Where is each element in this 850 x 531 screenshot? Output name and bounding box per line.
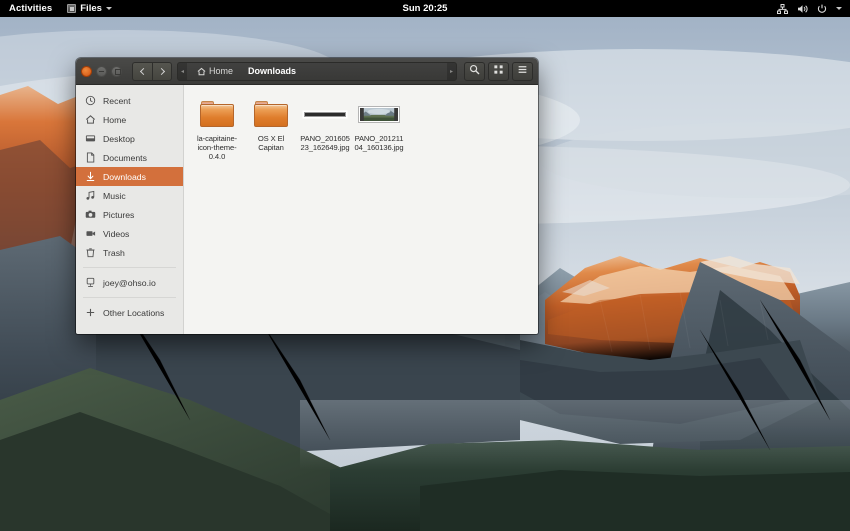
- video-icon: [85, 228, 96, 239]
- gnome-top-bar: Activities Files Sun 20:25: [0, 0, 850, 17]
- trash-icon: [85, 247, 96, 258]
- sidebar-item-recent[interactable]: Recent: [76, 91, 183, 110]
- folder-icon: [192, 96, 242, 132]
- sidebar-label: joey@ohso.io: [103, 278, 156, 288]
- power-icon[interactable]: [817, 4, 827, 14]
- home-icon: [85, 114, 96, 125]
- file-item[interactable]: PANO_20121104_160136.jpg: [352, 94, 406, 163]
- home-icon: [197, 67, 206, 76]
- sidebar-divider: [83, 267, 176, 268]
- minimize-button[interactable]: [96, 66, 107, 77]
- chevron-down-icon: [106, 7, 112, 10]
- app-menu-label: Files: [80, 3, 102, 14]
- search-icon: [469, 62, 480, 80]
- computer-icon: [85, 277, 96, 288]
- close-button[interactable]: [81, 66, 92, 77]
- grid-icon: [493, 62, 504, 80]
- sidebar-item-desktop[interactable]: Desktop: [76, 129, 183, 148]
- app-menu-files[interactable]: Files: [61, 3, 118, 14]
- sidebar-item-pictures[interactable]: Pictures: [76, 205, 183, 224]
- navigation-buttons: [132, 62, 172, 81]
- sidebar-label: Recent: [103, 96, 131, 106]
- places-sidebar: Recent Home Desktop: [76, 85, 184, 334]
- sidebar-item-other-locations[interactable]: Other Locations: [76, 303, 183, 322]
- image-thumbnail: [300, 96, 350, 132]
- header-buttons: [464, 62, 533, 81]
- breadcrumb-label-downloads: Downloads: [248, 66, 296, 76]
- image-thumbnail: [354, 96, 404, 132]
- breadcrumb: ◂ Home Downloads ▸: [177, 62, 457, 81]
- sidebar-label: Home: [103, 115, 126, 125]
- window-body: Recent Home Desktop: [76, 85, 538, 334]
- file-name: la-capitaine-icon-theme-0.4.0: [191, 134, 243, 161]
- sidebar-item-trash[interactable]: Trash: [76, 243, 183, 262]
- sidebar-label: Trash: [103, 248, 125, 258]
- sidebar-label: Other Locations: [103, 308, 164, 318]
- music-icon: [85, 190, 96, 201]
- plus-icon: [85, 307, 96, 318]
- sidebar-item-videos[interactable]: Videos: [76, 224, 183, 243]
- file-name: OS X El Capitan: [245, 134, 297, 152]
- file-item[interactable]: la-capitaine-icon-theme-0.4.0: [190, 94, 244, 163]
- nautilus-window: ◂ Home Downloads ▸: [76, 58, 538, 334]
- sidebar-item-music[interactable]: Music: [76, 186, 183, 205]
- sidebar-label: Desktop: [103, 134, 135, 144]
- sidebar-label: Documents: [103, 153, 147, 163]
- sidebar-item-home[interactable]: Home: [76, 110, 183, 129]
- files-app-icon: [67, 4, 76, 13]
- file-item[interactable]: PANO_20160523_162649.jpg: [298, 94, 352, 163]
- sidebar-label: Downloads: [103, 172, 146, 182]
- sidebar-item-documents[interactable]: Documents: [76, 148, 183, 167]
- hamburger-icon: [517, 62, 528, 80]
- activities-button[interactable]: Activities: [0, 0, 61, 17]
- menu-button[interactable]: [512, 62, 533, 81]
- forward-button[interactable]: [152, 62, 172, 81]
- view-grid-button[interactable]: [488, 62, 509, 81]
- maximize-button[interactable]: [111, 66, 122, 77]
- sidebar-item-account[interactable]: joey@ohso.io: [76, 273, 183, 292]
- sidebar-divider: [83, 297, 176, 298]
- window-header-bar: ◂ Home Downloads ▸: [76, 58, 538, 85]
- breadcrumb-scroll-right[interactable]: ▸: [447, 63, 456, 80]
- volume-icon[interactable]: [797, 4, 808, 14]
- camera-icon: [85, 209, 96, 220]
- file-item[interactable]: OS X El Capitan: [244, 94, 298, 163]
- clock-icon: [85, 95, 96, 106]
- file-name: PANO_20121104_160136.jpg: [353, 134, 405, 152]
- sidebar-label: Pictures: [103, 210, 134, 220]
- breadcrumb-scroll-left[interactable]: ◂: [178, 63, 187, 80]
- system-tray[interactable]: [777, 4, 850, 14]
- clock[interactable]: Sun 20:25: [0, 3, 850, 14]
- breadcrumb-item-downloads[interactable]: Downloads: [241, 63, 303, 80]
- download-icon: [85, 171, 96, 182]
- breadcrumb-item-home[interactable]: Home: [190, 63, 240, 80]
- network-icon[interactable]: [777, 4, 788, 14]
- sidebar-label: Music: [103, 191, 126, 201]
- document-icon: [85, 152, 96, 163]
- window-controls: [81, 66, 122, 77]
- back-button[interactable]: [132, 62, 152, 81]
- desktop-icon: [85, 133, 96, 144]
- sidebar-item-downloads[interactable]: Downloads: [76, 167, 183, 186]
- file-name: PANO_20160523_162649.jpg: [299, 134, 351, 152]
- file-list-view[interactable]: la-capitaine-icon-theme-0.4.0 OS X El Ca…: [184, 85, 538, 334]
- search-button[interactable]: [464, 62, 485, 81]
- breadcrumb-label-home: Home: [209, 66, 233, 76]
- chevron-down-icon[interactable]: [836, 7, 842, 10]
- folder-icon: [246, 96, 296, 132]
- sidebar-label: Videos: [103, 229, 129, 239]
